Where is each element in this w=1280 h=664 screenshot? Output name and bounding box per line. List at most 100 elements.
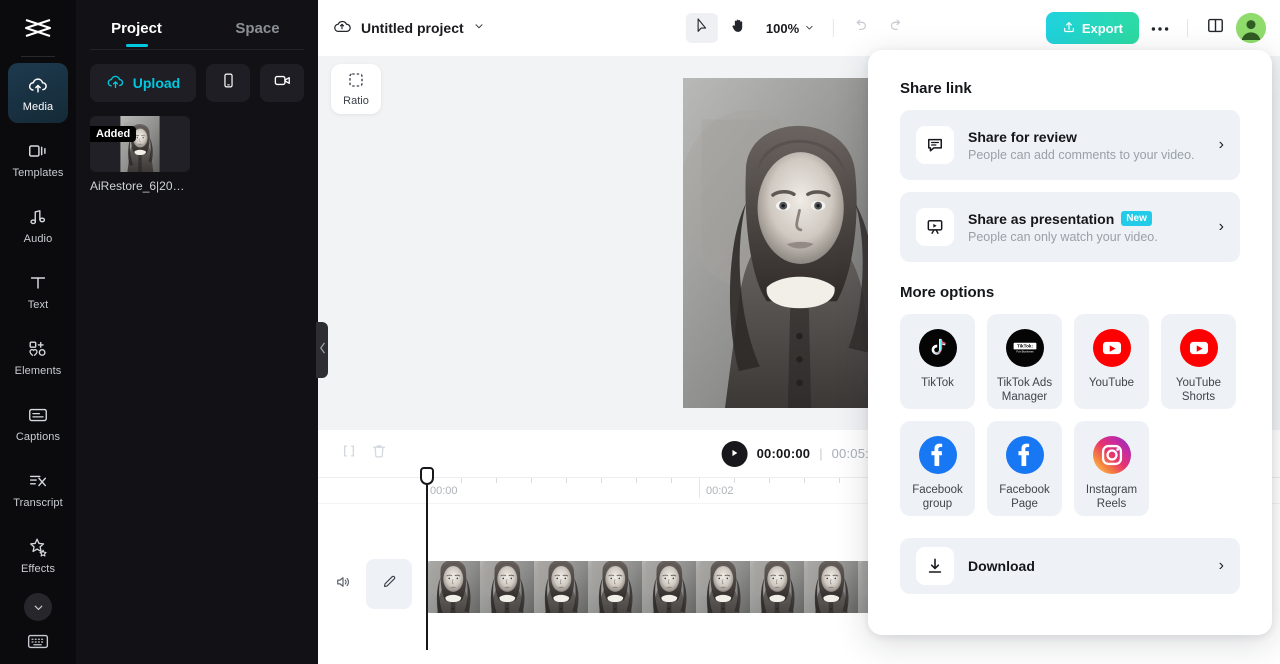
clip-frame — [426, 561, 480, 613]
upload-button[interactable]: Upload — [90, 64, 196, 102]
playhead[interactable] — [420, 467, 434, 650]
sidebar-item-label: Templates — [12, 166, 64, 179]
music-note-icon — [27, 206, 49, 228]
captions-icon — [27, 404, 49, 426]
sidebar-item-audio[interactable]: Audio — [8, 195, 68, 255]
download-row[interactable]: Download › — [900, 538, 1240, 594]
project-title-group[interactable]: Untitled project — [332, 16, 485, 41]
left-nav-rail: Media Templates Audio Text Elements Capt… — [0, 0, 76, 664]
ruler-label: 00:00 — [430, 485, 458, 497]
youtube-shorts-icon — [1179, 329, 1218, 367]
share-tile-label: Facebook Page — [999, 484, 1050, 510]
rail-divider — [21, 56, 55, 57]
cloud-upload-icon — [27, 74, 49, 96]
share-for-review-subtitle: People can add comments to your video. — [968, 147, 1195, 162]
user-avatar-icon — [1236, 13, 1266, 43]
clip-frame — [588, 561, 642, 613]
share-tile-tiktok-ads-manager[interactable]: TikTok: For Business TikTok Ads Manager — [987, 314, 1062, 409]
share-as-presentation-subtitle: People can only watch your video. — [968, 229, 1158, 244]
edit-clip-button[interactable] — [366, 559, 412, 609]
share-tile-label: TikTok — [921, 377, 954, 389]
tiktok-ads-manager-icon: TikTok: For Business — [1005, 329, 1044, 367]
export-upload-icon — [1062, 20, 1076, 37]
chevron-down-icon[interactable] — [24, 593, 52, 621]
ruler-label: 00:02 — [706, 485, 734, 497]
ratio-label: Ratio — [343, 95, 369, 107]
share-for-review-title: Share for review — [968, 128, 1077, 145]
more-options-button[interactable] — [1145, 13, 1175, 43]
toolbar-divider — [833, 19, 835, 37]
share-tile-youtube-shorts[interactable]: YouTube Shorts — [1161, 314, 1236, 409]
sidebar-item-text[interactable]: Text — [8, 261, 68, 321]
clip-frame — [696, 561, 750, 613]
share-tile-label: YouTube — [1088, 377, 1135, 389]
share-as-presentation-row[interactable]: Share as presentation New People can onl… — [900, 192, 1240, 262]
sidebar-item-label: Text — [27, 298, 49, 311]
cloud-upload-icon — [106, 72, 125, 94]
page-title: Untitled project — [361, 20, 464, 36]
tab-space[interactable]: Space — [197, 14, 318, 49]
ratio-button[interactable]: Ratio — [331, 64, 381, 114]
chevron-right-icon: › — [1218, 557, 1224, 574]
media-thumbnail[interactable]: Added — [90, 116, 190, 172]
share-tile-instagram-reels[interactable]: Instagram Reels — [1074, 421, 1149, 516]
select-tool-button[interactable] — [685, 13, 718, 43]
sidebar-item-label: Captions — [15, 430, 61, 443]
ellipsis-icon — [1151, 19, 1169, 37]
sidebar-item-label: Effects — [20, 562, 56, 575]
media-asset-card[interactable]: Added AiRestore_6|20… — [90, 116, 190, 193]
share-for-review-row[interactable]: Share for review People can add comments… — [900, 110, 1240, 180]
avatar[interactable] — [1236, 13, 1266, 43]
top-actions: Export — [1045, 12, 1266, 44]
keyboard-icon[interactable] — [25, 628, 51, 654]
share-tile-label: TikTok Ads Manager — [996, 377, 1053, 403]
speaker-icon[interactable] — [334, 573, 352, 596]
zoom-level-dropdown[interactable]: 100% — [758, 21, 823, 36]
upload-from-phone-button[interactable] — [206, 64, 250, 102]
share-tile-facebook-page[interactable]: Facebook Page — [987, 421, 1062, 516]
chevron-down-icon — [804, 21, 815, 36]
hand-icon — [729, 17, 746, 39]
sidebar-item-transcript[interactable]: Transcript — [8, 459, 68, 519]
redo-button[interactable] — [880, 13, 912, 43]
timecode-separator: | — [819, 446, 823, 461]
toggle-layout-button[interactable] — [1200, 13, 1230, 43]
video-clip[interactable] — [426, 561, 878, 613]
share-tile-tiktok[interactable]: TikTok — [900, 314, 975, 409]
capcut-logo-icon — [0, 0, 76, 56]
play-icon — [730, 445, 740, 463]
hand-tool-button[interactable] — [722, 13, 754, 43]
share-tile-label: YouTube Shorts — [1175, 377, 1222, 403]
sidebar-item-elements[interactable]: Elements — [8, 327, 68, 387]
pencil-icon — [381, 573, 398, 595]
templates-icon — [27, 140, 49, 162]
undo-button[interactable] — [844, 13, 876, 43]
redo-icon — [888, 17, 905, 39]
playhead-handle[interactable] — [420, 467, 434, 485]
sidebar-item-templates[interactable]: Templates — [8, 129, 68, 189]
tab-project[interactable]: Project — [76, 14, 197, 49]
rail-bottom — [0, 628, 76, 654]
sidebar-item-media[interactable]: Media — [8, 63, 68, 123]
share-for-review-text: Share for review People can add comments… — [968, 129, 1205, 162]
collapse-panel-handle[interactable] — [316, 322, 328, 378]
share-tile-facebook-group[interactable]: Facebook group — [900, 421, 975, 516]
comment-bubble-icon — [916, 126, 954, 164]
media-asset-name: AiRestore_6|20… — [90, 179, 185, 193]
chevron-down-icon[interactable] — [473, 19, 485, 37]
top-toolbar: Untitled project 100% Export — [318, 0, 1280, 56]
delete-button[interactable] — [364, 439, 394, 469]
trash-icon — [370, 442, 388, 465]
record-button[interactable] — [260, 64, 304, 102]
chevron-right-icon: › — [1218, 218, 1224, 235]
rail-items: Media Templates Audio Text Elements Capt… — [0, 63, 76, 621]
export-button[interactable]: Export — [1045, 12, 1139, 44]
play-button[interactable] — [721, 440, 748, 467]
split-button[interactable] — [334, 439, 364, 469]
elements-plus-icon — [27, 338, 49, 360]
sidebar-item-captions[interactable]: Captions — [8, 393, 68, 453]
sidebar-item-effects[interactable]: Effects — [8, 525, 68, 585]
share-tile-label: Facebook group — [912, 484, 963, 510]
cloud-icon — [332, 16, 352, 41]
share-tile-youtube[interactable]: YouTube — [1074, 314, 1149, 409]
